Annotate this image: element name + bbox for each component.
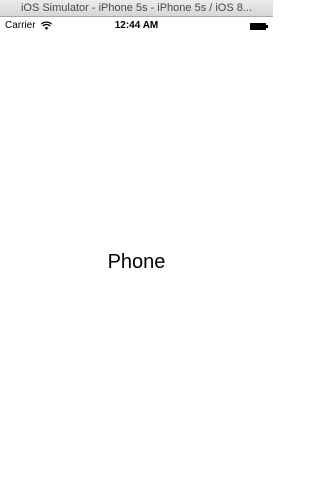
simulator-window: iOS Simulator - iPhone 5s - iPhone 5s / … xyxy=(0,0,273,500)
iphone-screen: Carrier 12:44 AM Phone xyxy=(0,17,273,500)
status-bar: Carrier 12:44 AM xyxy=(0,17,273,36)
status-time: 12:44 AM xyxy=(114,20,159,31)
battery-icon xyxy=(250,22,268,30)
window-title: iOS Simulator - iPhone 5s - iPhone 5s / … xyxy=(0,0,273,17)
phone-label: Phone xyxy=(107,251,166,273)
